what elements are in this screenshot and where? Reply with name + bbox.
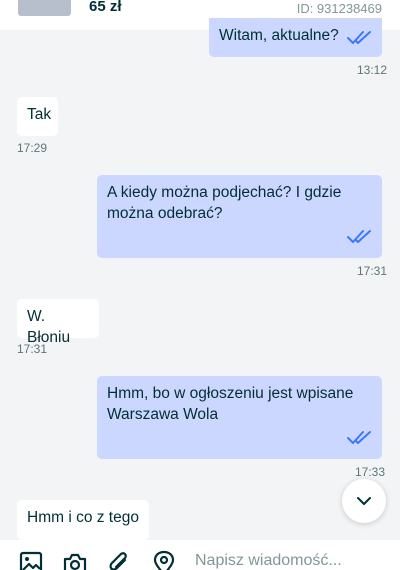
message-outgoing[interactable]: Witam, aktualne? [209, 18, 382, 57]
location-pin-icon[interactable] [151, 550, 177, 570]
paperclip-icon[interactable] [106, 550, 132, 570]
scroll-to-bottom-button[interactable] [342, 479, 386, 523]
message-composer: Napisz wiadomość... [0, 540, 400, 570]
message-text: Witam, aktualne? [219, 27, 339, 44]
chevron-down-icon [357, 497, 371, 505]
message-time: 17:29 [17, 141, 48, 155]
message-text: Hmm i co z tego [27, 509, 139, 526]
message-time: 17:33 [355, 465, 386, 479]
double-check-icon [347, 230, 371, 243]
message-text: W. Błoniu [27, 308, 71, 346]
message-time: 13:12 [357, 63, 388, 77]
message-incoming[interactable]: Hmm i co z tego [17, 500, 149, 540]
message-incoming[interactable]: W. Błoniu [17, 299, 99, 346]
message-text: Tak [27, 106, 52, 123]
message-text: Hmm, bo w ogłoszeniu jest wpisane Warsza… [107, 385, 354, 423]
message-text: A kiedy można podjechać? I gdzie można o… [107, 184, 342, 222]
message-time: 17:31 [357, 264, 388, 278]
message-outgoing[interactable]: Hmm, bo w ogłoszeniu jest wpisane Warsza… [97, 376, 382, 459]
listing-price: 65 zł [89, 0, 122, 15]
double-check-icon [347, 431, 371, 444]
listing-thumbnail[interactable] [18, 0, 71, 16]
message-incoming[interactable]: Tak [17, 97, 58, 136]
double-check-icon [347, 31, 371, 44]
camera-icon[interactable] [62, 550, 88, 570]
message-input[interactable]: Napisz wiadomość... [195, 552, 342, 570]
listing-id: ID: 931238469 [296, 1, 382, 16]
message-outgoing[interactable]: A kiedy można podjechać? I gdzie można o… [97, 175, 382, 258]
image-icon[interactable] [18, 550, 44, 570]
message-time: 17:31 [17, 342, 48, 356]
